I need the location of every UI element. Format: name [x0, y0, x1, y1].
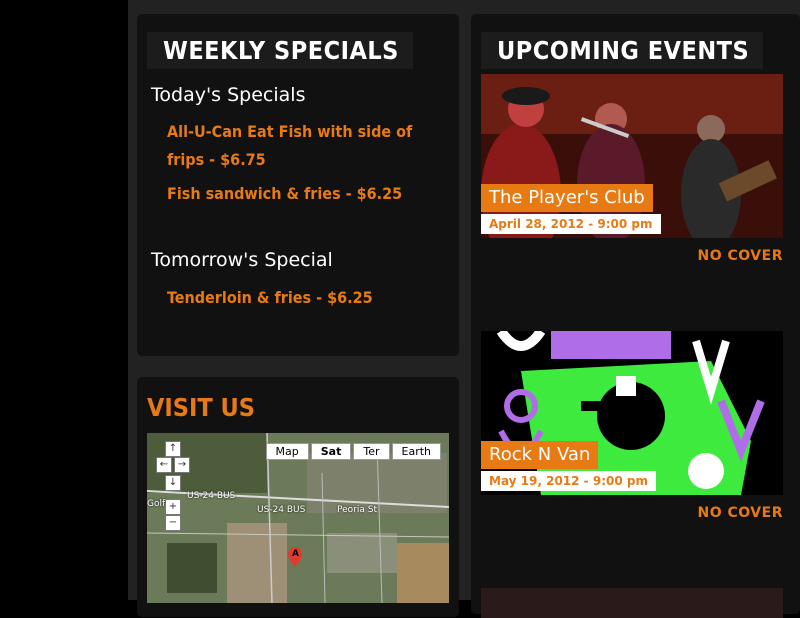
map-label-street: Peoria St [337, 505, 377, 515]
map-label-golf: Golf [147, 499, 166, 509]
event-date: May 19, 2012 - 9:00 pm [481, 471, 656, 491]
today-special-item: All-U-Can Eat Fish with side of [167, 122, 413, 141]
today-special-item: Fish sandwich & fries - $6.25 [167, 184, 403, 203]
map-type-sat-button[interactable]: Sat [310, 443, 352, 460]
event-name[interactable]: The Player's Club [481, 184, 653, 212]
upcoming-events-title: UPCOMING EVENTS [481, 32, 764, 69]
visit-us-panel: VISIT US Map Sat Ter Earth ↑ ← → ↓ + − G… [137, 377, 459, 617]
event-name[interactable]: Rock N Van [481, 441, 599, 469]
zoom-out-button[interactable]: − [165, 515, 181, 531]
upcoming-events-panel: UPCOMING EVENTS The Player's Club April … [471, 14, 800, 618]
map-type-map-button[interactable]: Map [265, 443, 309, 460]
location-map[interactable]: Map Sat Ter Earth ↑ ← → ↓ + − Golf US-24… [147, 433, 449, 603]
zoom-in-button[interactable]: + [165, 499, 181, 515]
pan-down-icon[interactable]: ↓ [165, 475, 181, 491]
map-marker-label: A [292, 549, 299, 559]
weekly-specials-panel: WEEKLY SPECIALS Today's Specials All-U-C… [137, 14, 459, 356]
map-type-earth-button[interactable]: Earth [391, 443, 441, 460]
map-type-controls: Map Sat Ter Earth [264, 443, 441, 460]
tomorrow-special-heading: Tomorrow's Special [151, 249, 333, 271]
event-date: April 28, 2012 - 9:00 pm [481, 214, 661, 234]
pan-left-icon[interactable]: ← [156, 457, 172, 473]
today-special-item: frips - $6.75 [167, 150, 266, 169]
cover-charge: NO COVER [697, 505, 783, 521]
cover-charge: NO COVER [697, 248, 783, 264]
tomorrow-special-item: Tenderloin & fries - $6.25 [167, 288, 373, 307]
pan-right-icon[interactable]: → [174, 457, 190, 473]
map-label-route: US-24 BUS [187, 491, 236, 501]
pan-up-icon[interactable]: ↑ [165, 441, 181, 457]
map-label-route: US-24 BUS [257, 505, 306, 515]
visit-us-title: VISIT US [147, 393, 255, 422]
today-specials-heading: Today's Specials [151, 84, 306, 106]
event-image[interactable] [481, 588, 783, 618]
left-gutter [0, 0, 128, 600]
map-type-ter-button[interactable]: Ter [353, 443, 390, 460]
weekly-specials-title: WEEKLY SPECIALS [147, 32, 413, 69]
